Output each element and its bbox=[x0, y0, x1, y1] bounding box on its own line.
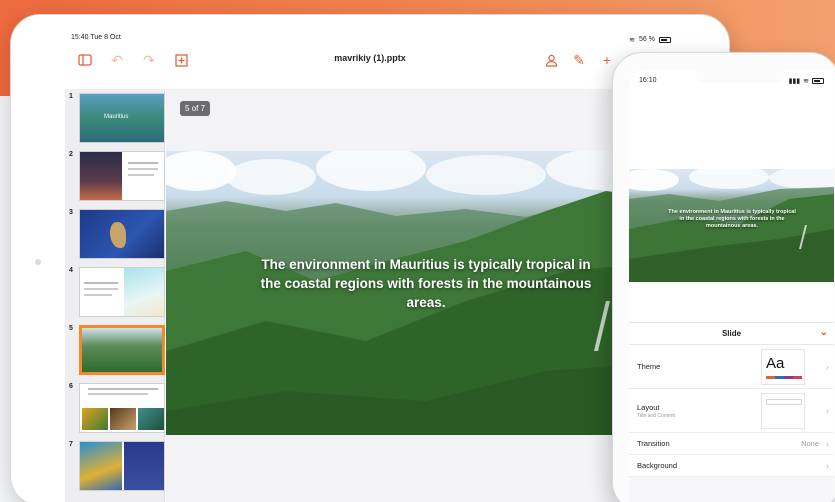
thumb-number: 5 bbox=[69, 325, 73, 332]
slide-thumbnail-4[interactable] bbox=[79, 267, 165, 317]
layout-sublabel: Title and Content bbox=[637, 412, 675, 419]
slides-panel-icon[interactable] bbox=[75, 50, 95, 70]
chevron-down-icon[interactable]: ⌄ bbox=[820, 327, 828, 338]
signal-icon: ▮▮▮ bbox=[788, 78, 801, 85]
slide-thumbnail-2[interactable] bbox=[79, 151, 165, 201]
slide-body-text[interactable]: The environment in Mauritius is typicall… bbox=[256, 255, 596, 312]
battery-icon bbox=[659, 36, 671, 43]
chevron-right-icon: › bbox=[826, 438, 829, 449]
iphone-device: 16:10 ▮▮▮ ≋ The environment in Mauritius… bbox=[612, 52, 835, 502]
document-title: mavrikiy (1).pptx bbox=[334, 53, 406, 63]
thumb-number: 4 bbox=[69, 267, 73, 274]
phone-status-time: 16:10 bbox=[639, 77, 657, 84]
slide-canvas: 5 of 7 The environment in Mauritius is t… bbox=[166, 89, 677, 502]
slide-thumbnail-3[interactable] bbox=[79, 209, 165, 259]
chevron-right-icon: › bbox=[826, 460, 829, 471]
slide-thumbnail-6[interactable] bbox=[79, 383, 165, 433]
phone-notch bbox=[695, 69, 785, 83]
camera-icon bbox=[35, 259, 41, 265]
status-time: 15:40 bbox=[71, 34, 89, 41]
thumb-number: 2 bbox=[69, 151, 73, 158]
user-icon[interactable] bbox=[541, 50, 561, 70]
layout-preview[interactable] bbox=[761, 393, 805, 429]
wifi-icon: ≋ bbox=[803, 78, 809, 85]
undo-icon[interactable]: ↶ bbox=[107, 50, 127, 70]
status-date: Tue 8 Oct bbox=[90, 34, 121, 41]
slide-thumbnail-1[interactable]: Mauritius bbox=[79, 93, 165, 143]
theme-label: Theme bbox=[637, 362, 661, 371]
transition-row[interactable]: Transition None › bbox=[629, 433, 834, 455]
plus-icon[interactable]: + bbox=[597, 50, 617, 70]
chevron-right-icon: › bbox=[826, 361, 829, 372]
slide-thumbnails-panel: 1 Mauritius 2 3 4 5 6 7 bbox=[65, 89, 165, 502]
thumb-number: 1 bbox=[69, 93, 73, 100]
wifi-icon: ≋ bbox=[629, 36, 636, 44]
slide-settings-panel: Slide ⌄ Theme Aa › Layout Title and Cont… bbox=[629, 322, 834, 502]
theme-preview-text: Aa bbox=[766, 355, 785, 372]
add-slide-icon[interactable] bbox=[171, 50, 191, 70]
thumb-title: Mauritius bbox=[104, 114, 129, 120]
pencil-icon[interactable]: ✎ bbox=[569, 50, 589, 70]
panel-title: Slide bbox=[721, 329, 742, 338]
current-slide[interactable]: The environment in Mauritius is typicall… bbox=[166, 151, 677, 435]
layout-label: Layout bbox=[637, 402, 660, 412]
chevron-right-icon: › bbox=[826, 405, 829, 416]
background-label: Background bbox=[637, 461, 678, 470]
background-row[interactable]: Background › bbox=[629, 455, 834, 477]
phone-slide-preview[interactable]: The environment in Mauritius is typicall… bbox=[629, 169, 834, 282]
panel-header: Slide ⌄ bbox=[629, 323, 834, 345]
redo-icon[interactable]: ↷ bbox=[139, 50, 159, 70]
theme-row[interactable]: Theme Aa › bbox=[629, 345, 834, 389]
thumb-number: 3 bbox=[69, 209, 73, 216]
battery-percent: 56 % bbox=[639, 36, 655, 43]
theme-color-bar bbox=[766, 376, 802, 379]
transition-value: None bbox=[801, 439, 819, 448]
slide-counter-badge: 5 of 7 bbox=[180, 101, 211, 116]
layout-row[interactable]: Layout Title and Content › bbox=[629, 389, 834, 433]
theme-preview[interactable]: Aa bbox=[761, 349, 805, 385]
phone-slide-text: The environment in Mauritius is typicall… bbox=[668, 209, 796, 229]
transition-label: Transition bbox=[637, 439, 670, 448]
thumb-number: 6 bbox=[69, 383, 73, 390]
slide-thumbnail-5-active[interactable] bbox=[79, 325, 165, 375]
ipad-screen: 15:40 Tue 8 Oct ≋ 56 % ↶ ↷ mavrikiy (1).… bbox=[65, 31, 677, 502]
battery-icon bbox=[812, 78, 824, 84]
phone-status-icons: ▮▮▮ ≋ bbox=[789, 77, 824, 85]
thumb-number: 7 bbox=[69, 441, 73, 448]
iphone-screen: 16:10 ▮▮▮ ≋ The environment in Mauritius… bbox=[629, 69, 834, 502]
editor-toolbar: ↶ ↷ mavrikiy (1).pptx ✎ + bbox=[65, 45, 677, 75]
slide-thumbnail-7[interactable] bbox=[79, 441, 165, 491]
status-bar: 15:40 Tue 8 Oct ≋ 56 % bbox=[65, 31, 677, 45]
